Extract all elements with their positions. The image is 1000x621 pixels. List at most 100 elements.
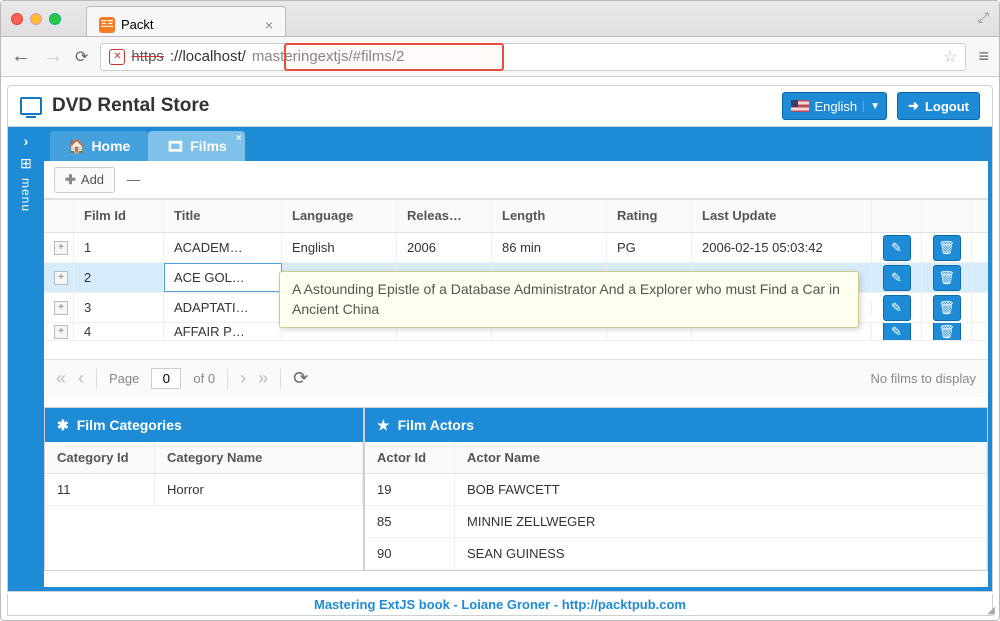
col-actor-id[interactable]: Actor Id: [365, 442, 455, 473]
delete-button[interactable]: 🗑: [933, 295, 961, 321]
table-row[interactable]: + 1 ACADEM… English 2006 86 min PG 2006-…: [44, 233, 988, 263]
col-film-id[interactable]: Film Id: [74, 200, 164, 232]
cell-language: English: [282, 232, 397, 263]
cell-title: ADAPTATI…: [164, 292, 282, 323]
browser-titlebar: ΞΞ Packt × ⤢: [1, 1, 999, 37]
tab-home[interactable]: 🏠 Home: [50, 131, 148, 161]
next-page-button[interactable]: ›: [240, 368, 246, 389]
prev-page-button[interactable]: ‹: [78, 368, 84, 389]
cell-title: ACE GOL…: [164, 263, 282, 292]
cell-release: 2006: [397, 232, 492, 263]
first-page-button[interactable]: «: [56, 368, 66, 389]
forward-button[interactable]: →: [43, 45, 63, 68]
col-last-update[interactable]: Last Update: [692, 200, 872, 232]
cell-actor-name: MINNIE ZELLWEGER: [455, 506, 987, 537]
toolbar-sep: —: [127, 172, 140, 187]
expand-row-icon[interactable]: +: [54, 241, 68, 255]
window-controls: [11, 13, 61, 25]
row-tooltip: A Astounding Epistle of a Database Admin…: [279, 271, 859, 328]
close-tab-icon[interactable]: ×: [265, 17, 273, 33]
col-category-name[interactable]: Category Name: [155, 442, 363, 473]
delete-button[interactable]: 🗑: [933, 323, 961, 341]
address-bar[interactable]: ✕ https ://localhost/masteringextjs/#fil…: [100, 43, 966, 71]
app-logo-icon: [20, 97, 42, 115]
us-flag-icon: [791, 100, 809, 112]
table-row[interactable]: 19 BOB FAWCETT: [365, 474, 987, 506]
bookmark-icon[interactable]: ☆: [943, 47, 957, 67]
sidebar: › ⊞ menu: [8, 127, 44, 591]
col-actor-name[interactable]: Actor Name: [455, 442, 987, 473]
refresh-button[interactable]: ⟳: [293, 368, 308, 389]
last-page-button[interactable]: »: [258, 368, 268, 389]
paging-toolbar: « ‹ Page of 0 › » ⟳ No films to display: [44, 359, 988, 397]
minimize-window-icon[interactable]: [30, 13, 42, 25]
sidebar-tree-icon[interactable]: ⊞: [20, 155, 32, 172]
col-release[interactable]: Releas…: [397, 200, 492, 232]
sidebar-menu-label: menu: [19, 178, 33, 212]
categories-header: ✱ Film Categories: [45, 408, 363, 442]
plus-icon: ✚: [65, 172, 76, 188]
star-icon: ★: [377, 417, 390, 434]
logout-icon: ➜: [908, 98, 919, 114]
cell-film-id: 2: [74, 262, 164, 293]
page-label: Page: [109, 371, 139, 386]
edit-button[interactable]: ✎: [883, 323, 911, 341]
films-grid: Film Id Title Language Releas… Length Ra…: [44, 199, 988, 341]
col-category-id[interactable]: Category Id: [45, 442, 155, 473]
tab-bar: 🏠 Home 🎞 Films ×: [44, 127, 988, 161]
cell-length: 86 min: [492, 232, 607, 263]
close-tab-films-icon[interactable]: ×: [236, 133, 242, 144]
language-button[interactable]: English ▼: [782, 92, 888, 120]
col-rating[interactable]: Rating: [607, 200, 692, 232]
table-row[interactable]: 90 SEAN GUINESS: [365, 538, 987, 570]
reload-button[interactable]: ⟳: [75, 47, 88, 67]
actors-header: ★ Film Actors: [365, 408, 987, 442]
browser-menu-icon[interactable]: ≡: [978, 46, 989, 67]
actors-title: Film Actors: [398, 417, 475, 433]
table-row[interactable]: 85 MINNIE ZELLWEGER: [365, 506, 987, 538]
actors-panel: ★ Film Actors Actor Id Actor Name 19 BOB…: [364, 407, 988, 571]
expand-row-icon[interactable]: +: [54, 325, 68, 339]
cell-cat-name: Horror: [155, 474, 363, 505]
logout-label: Logout: [925, 99, 969, 114]
page-input[interactable]: [151, 368, 181, 389]
add-button[interactable]: ✚ Add: [54, 167, 115, 193]
cell-film-id: 3: [74, 292, 164, 323]
cell-film-id: 1: [74, 232, 164, 263]
col-title[interactable]: Title: [164, 200, 282, 232]
tab-home-label: Home: [91, 138, 130, 154]
cell-rating: PG: [607, 232, 692, 263]
cell-title: AFFAIR P…: [164, 323, 282, 341]
expand-row-icon[interactable]: +: [54, 301, 68, 315]
app-footer: Mastering ExtJS book - Loiane Groner - h…: [7, 594, 993, 616]
tab-films-label: Films: [190, 138, 227, 154]
expand-row-icon[interactable]: +: [54, 271, 68, 285]
cell-actor-id: 19: [365, 474, 455, 505]
cell-actor-name: BOB FAWCETT: [455, 474, 987, 505]
app-header: DVD Rental Store English ▼ ➜ Logout: [7, 85, 993, 127]
fullscreen-icon[interactable]: ⤢: [978, 9, 989, 26]
cell-cat-id: 11: [45, 474, 155, 505]
sub-panels: ✱ Film Categories Category Id Category N…: [44, 407, 988, 571]
categories-title: Film Categories: [77, 417, 182, 433]
table-row[interactable]: 11 Horror: [45, 474, 363, 506]
home-icon: 🏠: [68, 138, 85, 155]
cell-actor-id: 90: [365, 538, 455, 569]
tab-films[interactable]: 🎞 Films ×: [148, 131, 244, 161]
edit-button[interactable]: ✎: [883, 295, 911, 321]
main-panel: 🏠 Home 🎞 Films × ✚ Add —: [44, 127, 992, 591]
logout-button[interactable]: ➜ Logout: [897, 92, 980, 120]
grid-header: Film Id Title Language Releas… Length Ra…: [44, 199, 988, 233]
browser-tab[interactable]: ΞΞ Packt ×: [86, 6, 286, 36]
cell-title: ACADEM…: [164, 232, 282, 263]
cell-film-id: 4: [74, 323, 164, 341]
back-button[interactable]: ←: [11, 45, 31, 68]
sidebar-expand-icon[interactable]: ›: [24, 133, 29, 149]
films-panel: ✚ Add — Film Id Title Language Releas… L…: [44, 161, 988, 587]
close-window-icon[interactable]: [11, 13, 23, 25]
col-language[interactable]: Language: [282, 200, 397, 232]
page-of-label: of 0: [193, 371, 215, 386]
col-length[interactable]: Length: [492, 200, 607, 232]
resize-handle-icon[interactable]: ◢: [987, 605, 995, 616]
zoom-window-icon[interactable]: [49, 13, 61, 25]
